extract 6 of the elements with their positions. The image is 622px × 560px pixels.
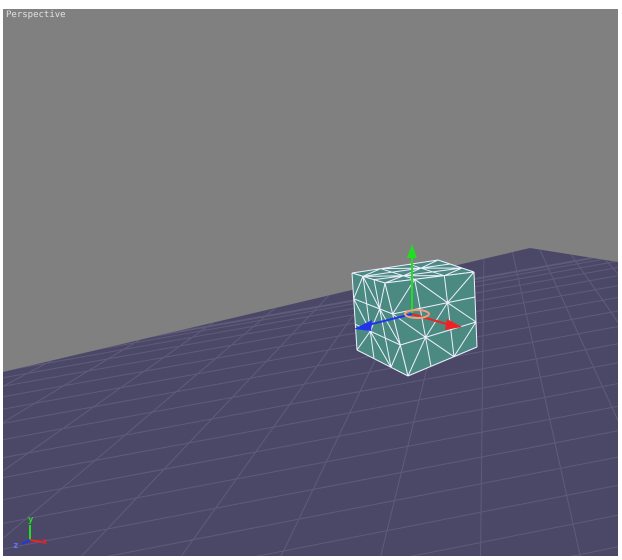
axis-label: x	[42, 537, 48, 547]
viewport-title: Perspective	[6, 10, 66, 21]
axis-label: y	[28, 515, 34, 525]
axis-indicator-icon	[22, 525, 42, 545]
3d-viewport[interactable]: Perspective y z x	[3, 9, 618, 556]
axis-label: z	[13, 541, 18, 551]
